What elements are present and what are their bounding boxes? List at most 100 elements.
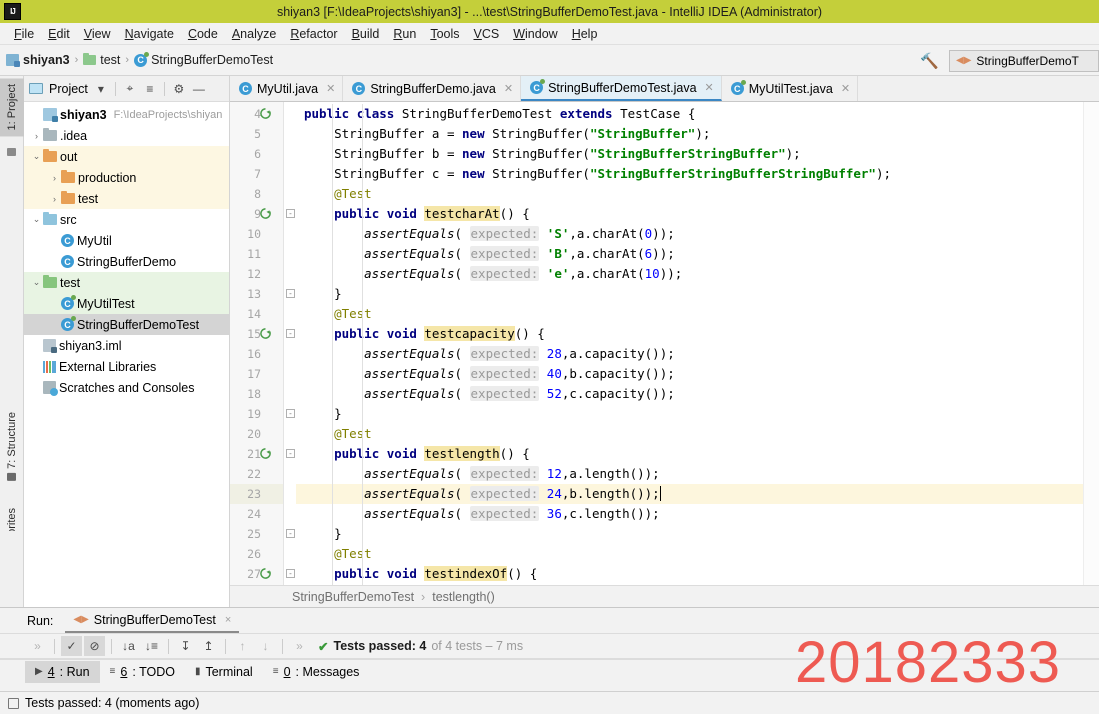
tree-item-production[interactable]: › production [24, 167, 229, 188]
code-line-28[interactable]: assertEquals( expected: 0,a.indexOf("Str… [364, 584, 697, 585]
close-icon[interactable]: ✕ [841, 82, 850, 95]
menu-item-analyze[interactable]: Analyze [225, 25, 283, 43]
menu-item-window[interactable]: Window [506, 25, 564, 43]
code-line-27[interactable]: public void testindexOf() { [334, 564, 537, 584]
project-tree[interactable]: shiyan3 F:\IdeaProjects\shiyan › .idea ⌄ out ›… [24, 102, 229, 607]
bottom-tab-todo[interactable]: ≡ 6: TODO [100, 661, 185, 683]
tree-item-shiyan3-iml[interactable]: shiyan3.iml [24, 335, 229, 356]
fold-toggle-icon[interactable]: - [286, 209, 295, 218]
code-line-14[interactable]: @Test [334, 304, 372, 324]
code-line-18[interactable]: assertEquals( expected: 52,c.capacity())… [364, 384, 675, 404]
collapse-all-icon[interactable]: ↥ [198, 636, 219, 656]
expand-more-icon[interactable]: » [27, 636, 48, 656]
editor-breadcrumb-item[interactable]: StringBufferDemoTest [292, 590, 414, 604]
editor-gutter[interactable]: 4 5 6 7 8 9 10 11 12 13 14 15 16 17 18 19 20 21 22 23 24 25 26… [230, 102, 284, 585]
sort-by-duration-icon[interactable]: ↓≡ [141, 636, 162, 656]
locate-icon[interactable]: ⌖ [121, 80, 139, 98]
code-line-15[interactable]: public void testcapacity() { [334, 324, 545, 344]
expand-arrow-icon[interactable]: › [48, 173, 61, 183]
code-line-22[interactable]: assertEquals( expected: 12,a.length()); [364, 464, 660, 484]
code-line-24[interactable]: assertEquals( expected: 36,c.length()); [364, 504, 660, 524]
bottom-tab-messages[interactable]: ≡ 0: Messages [263, 661, 370, 683]
close-icon[interactable]: ✕ [504, 82, 513, 95]
breadcrumb-item-shiyan3[interactable]: shiyan3 [6, 53, 70, 67]
code-line-6[interactable]: StringBuffer b = new StringBuffer("Strin… [334, 144, 801, 164]
code-line-17[interactable]: assertEquals( expected: 40,b.capacity())… [364, 364, 675, 384]
expand-arrow-icon[interactable]: ⌄ [30, 277, 43, 288]
code-editor[interactable]: 4 5 6 7 8 9 10 11 12 13 14 15 16 17 18 19 20 21 22 23 24 25 26… [230, 102, 1099, 585]
editor-tab-myutiltest-java[interactable]: C MyUtilTest.java ✕ [722, 76, 859, 101]
code-line-5[interactable]: StringBuffer a = new StringBuffer("Strin… [334, 124, 710, 144]
menu-item-refactor[interactable]: Refactor [283, 25, 344, 43]
code-line-19[interactable]: } [334, 404, 342, 424]
code-line-25[interactable]: } [334, 524, 342, 544]
menu-item-help[interactable]: Help [565, 25, 605, 43]
tree-item-myutiltest[interactable]: C MyUtilTest [24, 293, 229, 314]
menu-item-edit[interactable]: Edit [41, 25, 77, 43]
editor-tab-stringbufferdemo-java[interactable]: C StringBufferDemo.java ✕ [343, 76, 522, 101]
menu-item-tools[interactable]: Tools [423, 25, 466, 43]
minimize-icon[interactable]: — [190, 80, 208, 98]
menu-item-view[interactable]: View [77, 25, 118, 43]
code-line-11[interactable]: assertEquals( expected: 'B',a.charAt(6))… [364, 244, 675, 264]
code-line-26[interactable]: @Test [334, 544, 372, 564]
marker-scrollbar[interactable] [1083, 102, 1099, 585]
menu-item-navigate[interactable]: Navigate [118, 25, 181, 43]
expand-arrow-icon[interactable]: ⌄ [30, 151, 43, 162]
run-tab[interactable]: ◀▶ StringBufferDemoTest × [65, 608, 240, 633]
editor-breadcrumb[interactable]: StringBufferDemoTest › testlength() [230, 585, 1099, 607]
tree-item-stringbufferdemotest[interactable]: C StringBufferDemoTest [24, 314, 229, 335]
hide-ignored-icon[interactable]: ⊘ [84, 636, 105, 656]
tree-item-scratches-and-consoles[interactable]: Scratches and Consoles [24, 377, 229, 398]
tool-tab-project[interactable]: 1: Project [0, 78, 24, 137]
close-icon[interactable]: × [225, 614, 231, 626]
code-line-7[interactable]: StringBuffer c = new StringBuffer("Strin… [334, 164, 891, 184]
more-options-icon[interactable]: » [289, 636, 310, 656]
tree-item--idea[interactable]: › .idea [24, 125, 229, 146]
tree-item-out[interactable]: ⌄ out [24, 146, 229, 167]
expand-arrow-icon[interactable]: › [48, 194, 61, 204]
editor-breadcrumb-item[interactable]: testlength() [432, 590, 495, 604]
tree-item-test[interactable]: ⌄ test [24, 272, 229, 293]
code-line-8[interactable]: @Test [334, 184, 372, 204]
run-method-icon[interactable] [260, 328, 273, 341]
fold-toggle-icon[interactable]: - [286, 409, 295, 418]
close-icon[interactable]: ✕ [705, 81, 714, 94]
run-method-icon[interactable] [260, 568, 273, 581]
run-method-icon[interactable] [260, 448, 273, 461]
expand-arrow-icon[interactable]: › [30, 131, 43, 141]
gear-icon[interactable]: ⚙ [170, 80, 188, 98]
hammer-icon[interactable]: 🔨 [920, 52, 939, 70]
tree-item-external-libraries[interactable]: External Libraries [24, 356, 229, 377]
fold-toggle-icon[interactable]: - [286, 569, 295, 578]
run-class-icon[interactable] [260, 108, 273, 121]
expand-all-icon[interactable]: ↧ [175, 636, 196, 656]
show-passed-icon[interactable]: ✓ [61, 636, 82, 656]
breadcrumb-item-stringbufferdemotest[interactable]: C StringBufferDemoTest [134, 51, 273, 67]
tree-item-myutil[interactable]: C MyUtil [24, 230, 229, 251]
menu-item-build[interactable]: Build [345, 25, 387, 43]
code-line-9[interactable]: public void testcharAt() { [334, 204, 530, 224]
code-line-20[interactable]: @Test [334, 424, 372, 444]
tree-item-stringbufferdemo[interactable]: C StringBufferDemo [24, 251, 229, 272]
run-method-icon[interactable] [260, 208, 273, 221]
bottom-tab-run[interactable]: ▶ 4: Run [25, 660, 100, 683]
tree-item-test[interactable]: › test [24, 188, 229, 209]
close-icon[interactable]: ✕ [326, 82, 335, 95]
editor-tab-myutil-java[interactable]: C MyUtil.java ✕ [230, 76, 344, 101]
code-line-23[interactable]: assertEquals( expected: 24,b.length()); [364, 484, 661, 504]
code-content[interactable]: public class StringBufferDemoTest extend… [296, 102, 1083, 585]
chevron-down-icon[interactable]: ▾ [92, 80, 110, 98]
fold-column[interactable]: - - - - - - - [284, 102, 296, 585]
fold-toggle-icon[interactable]: - [286, 529, 295, 538]
editor-tab-stringbufferdemotest-java[interactable]: C StringBufferDemoTest.java ✕ [521, 76, 722, 101]
menu-item-run[interactable]: Run [386, 25, 423, 43]
menu-item-code[interactable]: Code [181, 25, 225, 43]
menu-item-vcs[interactable]: VCS [467, 25, 507, 43]
code-line-21[interactable]: public void testlength() { [334, 444, 530, 464]
code-line-13[interactable]: } [334, 284, 342, 304]
fold-toggle-icon[interactable]: - [286, 329, 295, 338]
fold-toggle-icon[interactable]: - [286, 289, 295, 298]
code-line-12[interactable]: assertEquals( expected: 'e',a.charAt(10)… [364, 264, 682, 284]
code-line-10[interactable]: assertEquals( expected: 'S',a.charAt(0))… [364, 224, 675, 244]
